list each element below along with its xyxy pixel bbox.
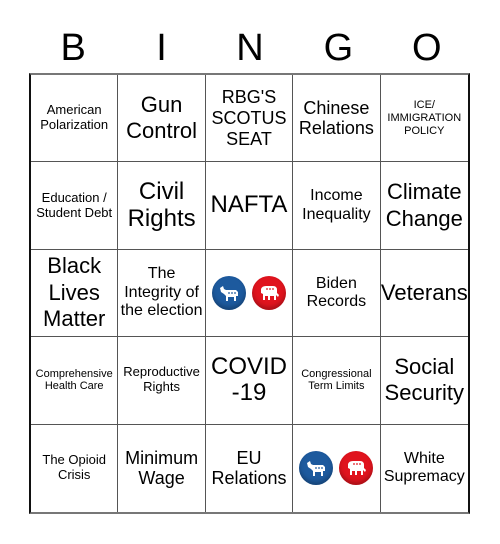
democrat-donkey-icon [211,275,246,310]
bingo-cell-text: Chinese Relations [298,97,374,139]
header-letter-i: I [156,27,167,69]
bingo-cell-text: Biden Records [306,274,367,310]
bingo-cell-text: EU Relations [211,447,287,489]
democrat-donkey-icon [299,451,334,486]
bingo-cell[interactable]: Black Lives Matter [31,249,119,338]
bingo-cell-text: NAFTA [210,191,288,219]
bingo-cell-text: Minimum Wage [125,447,199,489]
bingo-cell[interactable]: The Opioid Crisis [31,424,119,512]
bingo-cell[interactable]: ICE/ IMMIGRATION POLICY [380,75,468,163]
bingo-cell-text: Reproductive Rights [123,364,200,395]
bingo-cell[interactable]: American Polarization [31,75,119,163]
bingo-cell[interactable]: Comprehensive Health Care [31,337,119,425]
bingo-cell[interactable]: EU Relations [206,424,294,512]
bingo-cell-text: Gun Control [126,91,198,144]
bingo-header: B I N G O [29,26,471,70]
bingo-cell[interactable]: Gun Control [118,75,206,163]
bingo-cell[interactable]: The Integrity of the election [118,249,206,338]
bingo-cell[interactable]: RBG'S SCOTUS SEAT [205,75,294,163]
header-letter-b: B [60,27,86,69]
bingo-cell[interactable]: Income Inequality [293,162,381,250]
bingo-cell-text: COVID -19 [210,353,287,407]
bingo-cell-text: Civil Rights [127,178,196,232]
bingo-cell[interactable]: Congressional Term Limits [293,337,381,425]
bingo-cell-text: The Opioid Crisis [42,452,106,483]
bingo-cell-text: Congressional Term Limits [301,367,372,393]
republican-elephant-icon [339,451,374,486]
bingo-cell-free[interactable] [205,249,294,338]
bingo-cell-text: Comprehensive Health Care [35,367,113,393]
bingo-cell-text: Education / Student Debt [36,189,113,220]
header-letter-o: O [411,27,442,69]
bingo-board: American Polarization Gun Control RBG'S SC… [29,73,470,514]
bingo-cell-free[interactable] [293,424,381,512]
bingo-cell[interactable]: White Supremacy [381,425,468,512]
bingo-cell-text: The Integrity of the election [120,265,203,320]
bingo-cell[interactable]: Climate Change [380,162,468,250]
bingo-cell[interactable]: Minimum Wage [118,424,206,512]
republican-elephant-icon [251,275,286,310]
header-letter-n: N [236,27,264,69]
bingo-cell-text: Veterans [380,279,468,305]
bingo-cell-text: Climate Change [385,179,463,231]
bingo-cell[interactable]: Reproductive Rights [118,337,206,425]
bingo-cell[interactable]: Veterans [380,250,468,338]
bingo-cell[interactable]: Civil Rights [118,162,206,250]
bingo-cell-text: RBG'S SCOTUS SEAT [211,87,287,149]
bingo-cell[interactable]: Chinese Relations [293,75,381,163]
bingo-cell[interactable]: Biden Records [293,249,381,338]
bingo-cell-text: ICE/ IMMIGRATION POLICY [387,99,462,137]
bingo-cell-text: White Supremacy [383,449,465,486]
bingo-cell[interactable]: Education / Student Debt [31,162,119,250]
bingo-cell-text: Income Inequality [302,187,371,223]
header-letter-g: G [323,27,354,69]
bingo-cell[interactable]: Social Security [380,337,468,425]
bingo-cell[interactable]: NAFTA [205,162,294,250]
bingo-cell-text: Social Security [384,354,465,406]
bingo-cell-text: American Polarization [40,102,109,133]
bingo-cell-text: Black Lives Matter [43,253,106,332]
bingo-cell[interactable]: COVID -19 [205,337,294,425]
